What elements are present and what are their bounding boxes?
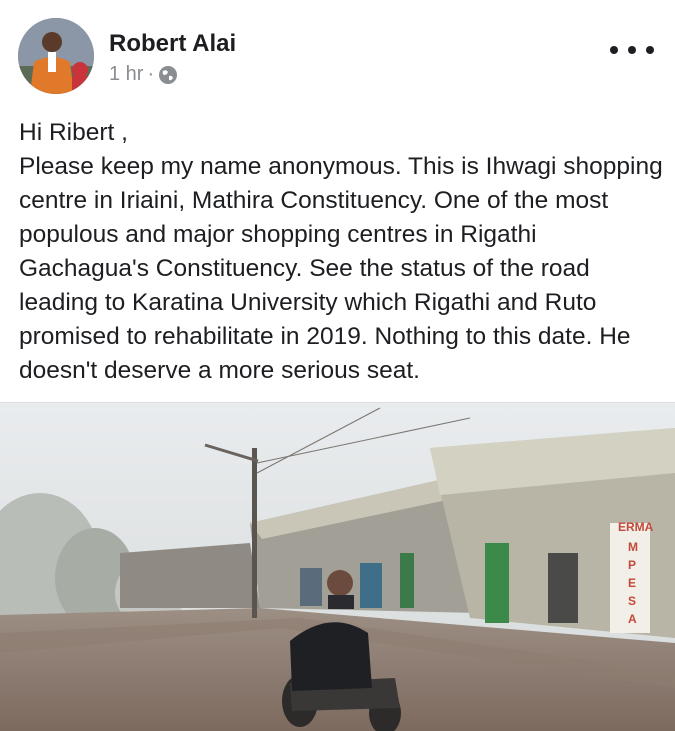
post-photo[interactable]: ERMA M P E S A: [0, 402, 675, 731]
more-dot: [610, 46, 618, 54]
author-avatar[interactable]: [18, 18, 94, 94]
sign-top-text: ERMA: [618, 520, 654, 534]
author-name[interactable]: Robert Alai: [109, 30, 236, 58]
post-header: Robert Alai 1 hr ·: [0, 0, 675, 105]
sign-letter: P: [628, 558, 636, 572]
more-dot: [646, 46, 654, 54]
sign-letter: M: [628, 540, 638, 554]
sign-letter: A: [628, 612, 637, 626]
sign-letter: E: [628, 576, 636, 590]
post-time[interactable]: 1 hr: [109, 63, 143, 86]
post-text: Hi Ribert , Please keep my name anonymou…: [19, 116, 664, 388]
post-greeting: Hi Ribert ,: [19, 119, 128, 146]
more-dot: [628, 46, 636, 54]
sign-letter: S: [628, 594, 636, 608]
post-body: Please keep my name anonymous. This is I…: [19, 153, 663, 384]
more-options-icon[interactable]: [610, 36, 654, 64]
globe-icon: [158, 65, 178, 85]
post-meta: 1 hr ·: [109, 63, 178, 86]
meta-separator: ·: [147, 63, 155, 85]
